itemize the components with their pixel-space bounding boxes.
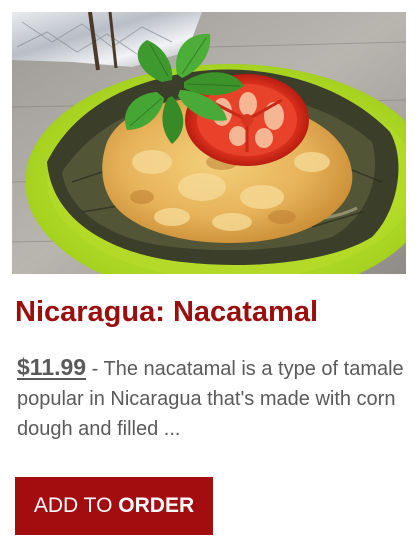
button-label-emphasis: ORDER [118, 494, 195, 517]
button-label-prefix: ADD TO [33, 494, 119, 517]
product-image[interactable] [12, 12, 406, 274]
product-card: Nicaragua: Nacatamal $11.99 - The nacata… [0, 0, 418, 549]
product-description: $11.99 - The nacatamal is a type of tama… [17, 352, 407, 444]
product-price: $11.99 [17, 354, 87, 380]
product-title[interactable]: Nicaragua: Nacatamal [15, 292, 318, 332]
price-separator: - [86, 358, 104, 380]
add-to-order-button[interactable]: ADD TO ORDER [15, 477, 213, 535]
